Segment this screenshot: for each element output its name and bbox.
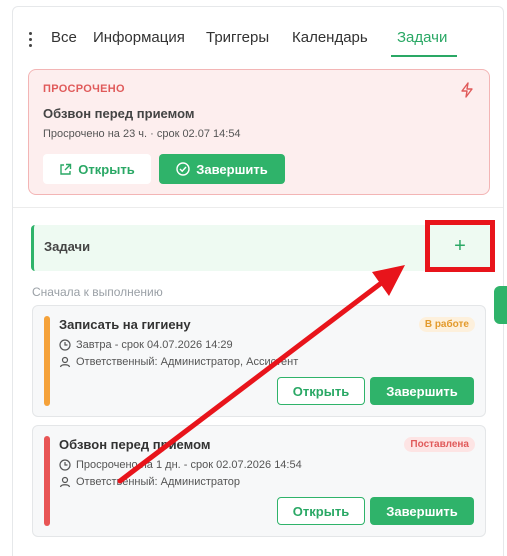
overdue-task-title: Обзвон перед приемом [43,106,195,121]
overdue-complete-label: Завершить [196,161,268,177]
tab-bar: Все Информация Триггеры Календарь Задачи [23,25,503,59]
tab-all[interactable]: Все [51,29,77,46]
task-due: Завтра - срок 04.07.2026 14:29 [59,339,233,351]
task-responsible-text: Ответственный: Администратор, Ассистент [76,356,299,368]
task-title: Обзвон перед приемом [59,437,211,452]
task-complete-label: Завершить [386,503,458,519]
task-card: Обзвон перед приемом Поставлена Просроче… [32,425,486,537]
task-title: Записать на гигиену [59,317,191,332]
task-responsible: Ответственный: Администратор [59,476,240,488]
plus-icon: + [454,234,466,257]
task-complete-button[interactable]: Завершить [370,377,474,405]
overdue-badge: ПРОСРОЧЕНО [43,83,125,95]
check-circle-icon [176,162,190,176]
task-priority-bar [44,436,50,526]
overdue-task-meta: Просрочено на 23 ч. · срок 02.07 14:54 [43,128,241,140]
task-due-text: Просрочено на 1 дн. - срок 02.07.2026 14… [76,459,302,471]
active-tab-indicator [391,55,457,57]
user-icon [59,356,71,368]
sort-label: Сначала к выполнению [32,285,163,299]
status-badge: Поставлена [404,437,475,452]
task-complete-button[interactable]: Завершить [370,497,474,525]
task-complete-label: Завершить [386,383,458,399]
task-open-label: Открыть [292,503,350,519]
tab-tasks[interactable]: Задачи [397,29,447,46]
overdue-open-label: Открыть [78,161,135,177]
task-open-button[interactable]: Открыть [277,377,365,405]
task-panel: Все Информация Триггеры Календарь Задачи… [12,6,504,556]
clock-icon [59,459,71,471]
task-card: Записать на гигиену В работе Завтра - ср… [32,305,486,417]
overdue-complete-button[interactable]: Завершить [159,154,285,184]
tab-calendar[interactable]: Календарь [292,29,368,46]
overdue-open-button[interactable]: Открыть [43,154,151,184]
section-divider [13,207,503,208]
lightning-icon [460,82,474,98]
tab-info[interactable]: Информация [93,29,185,46]
tab-triggers[interactable]: Триггеры [206,29,269,46]
add-task-button[interactable]: + [425,220,495,272]
task-priority-bar [44,316,50,406]
tasks-section-title: Задачи [44,239,91,254]
user-icon [59,476,71,488]
more-menu-icon[interactable] [25,29,35,49]
task-responsible: Ответственный: Администратор, Ассистент [59,356,298,368]
task-responsible-text: Ответственный: Администратор [76,476,241,488]
overdue-task-card: ПРОСРОЧЕНО Обзвон перед приемом Просроче… [28,69,490,195]
status-badge: В работе [418,317,475,332]
task-open-label: Открыть [292,383,350,399]
side-panel-toggle[interactable] [494,286,507,324]
task-due: Просрочено на 1 дн. - срок 02.07.2026 14… [59,459,302,471]
task-due-text: Завтра - срок 04.07.2026 14:29 [76,339,233,351]
external-link-icon [59,163,72,176]
task-open-button[interactable]: Открыть [277,497,365,525]
tasks-section-header: Задачи [31,225,491,271]
clock-icon [59,339,71,351]
